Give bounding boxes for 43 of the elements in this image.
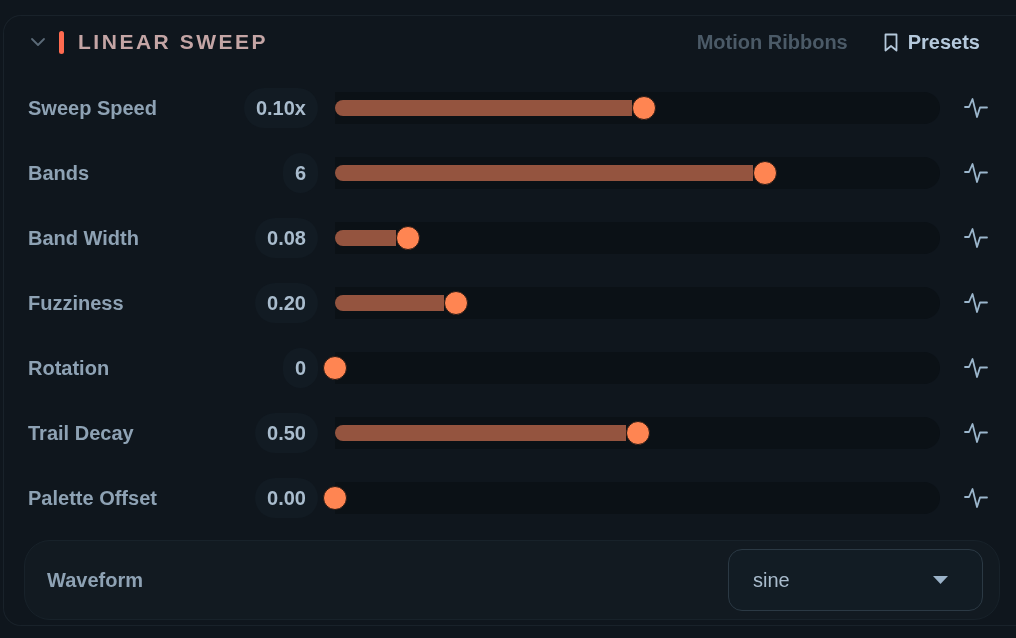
slider-thumb[interactable]: [444, 290, 468, 315]
value-readout: 0.10x: [243, 87, 318, 128]
value-readout: 0.00: [255, 477, 318, 518]
slider-fill: [335, 229, 396, 246]
slider-thumb[interactable]: [631, 95, 656, 120]
param-label: Bands: [28, 160, 91, 186]
value-readout: 0.50: [255, 412, 318, 453]
value-readout: 0.20: [255, 282, 318, 323]
section-title: LINEAR SWEEP: [78, 29, 269, 56]
accent-bar: [59, 30, 64, 54]
bookmark-icon: [883, 32, 898, 52]
pulse-icon[interactable]: [964, 356, 988, 379]
slider-thumb[interactable]: [323, 355, 347, 380]
pulse-icon[interactable]: [964, 161, 988, 184]
param-label: Trail Decay: [28, 420, 135, 446]
slider-thumb[interactable]: [625, 420, 650, 445]
slider-track[interactable]: [335, 221, 940, 254]
slider-track[interactable]: [335, 416, 940, 449]
param-label: Fuzziness: [28, 290, 125, 316]
pulse-icon[interactable]: [964, 421, 988, 444]
pulse-icon[interactable]: [964, 486, 988, 509]
value-readout: 0: [282, 347, 318, 388]
param-label: Sweep Speed: [28, 95, 158, 121]
slider-thumb[interactable]: [395, 225, 420, 250]
slider-track[interactable]: [335, 91, 940, 124]
slider-thumb[interactable]: [323, 485, 347, 510]
waveform-label: Waveform: [47, 568, 143, 593]
slider-thumb[interactable]: [752, 160, 777, 185]
pulse-icon[interactable]: [964, 226, 988, 249]
param-label: Rotation: [28, 355, 111, 381]
pulse-icon[interactable]: [964, 291, 988, 314]
effect-name: Motion Ribbons: [696, 30, 848, 55]
caret-icon: [933, 576, 948, 584]
param-label: Palette Offset: [28, 485, 158, 511]
value-readout: 6: [282, 152, 318, 193]
chevron-icon[interactable]: [30, 37, 46, 47]
slider-track[interactable]: [335, 156, 940, 189]
pulse-icon[interactable]: [964, 96, 988, 119]
param-label: Band Width: [28, 225, 140, 251]
value-readout: 0.08: [255, 217, 318, 258]
presets-button[interactable]: Presets: [883, 27, 980, 57]
waveform-select[interactable]: sine: [728, 549, 983, 611]
slider-track[interactable]: [335, 286, 940, 319]
